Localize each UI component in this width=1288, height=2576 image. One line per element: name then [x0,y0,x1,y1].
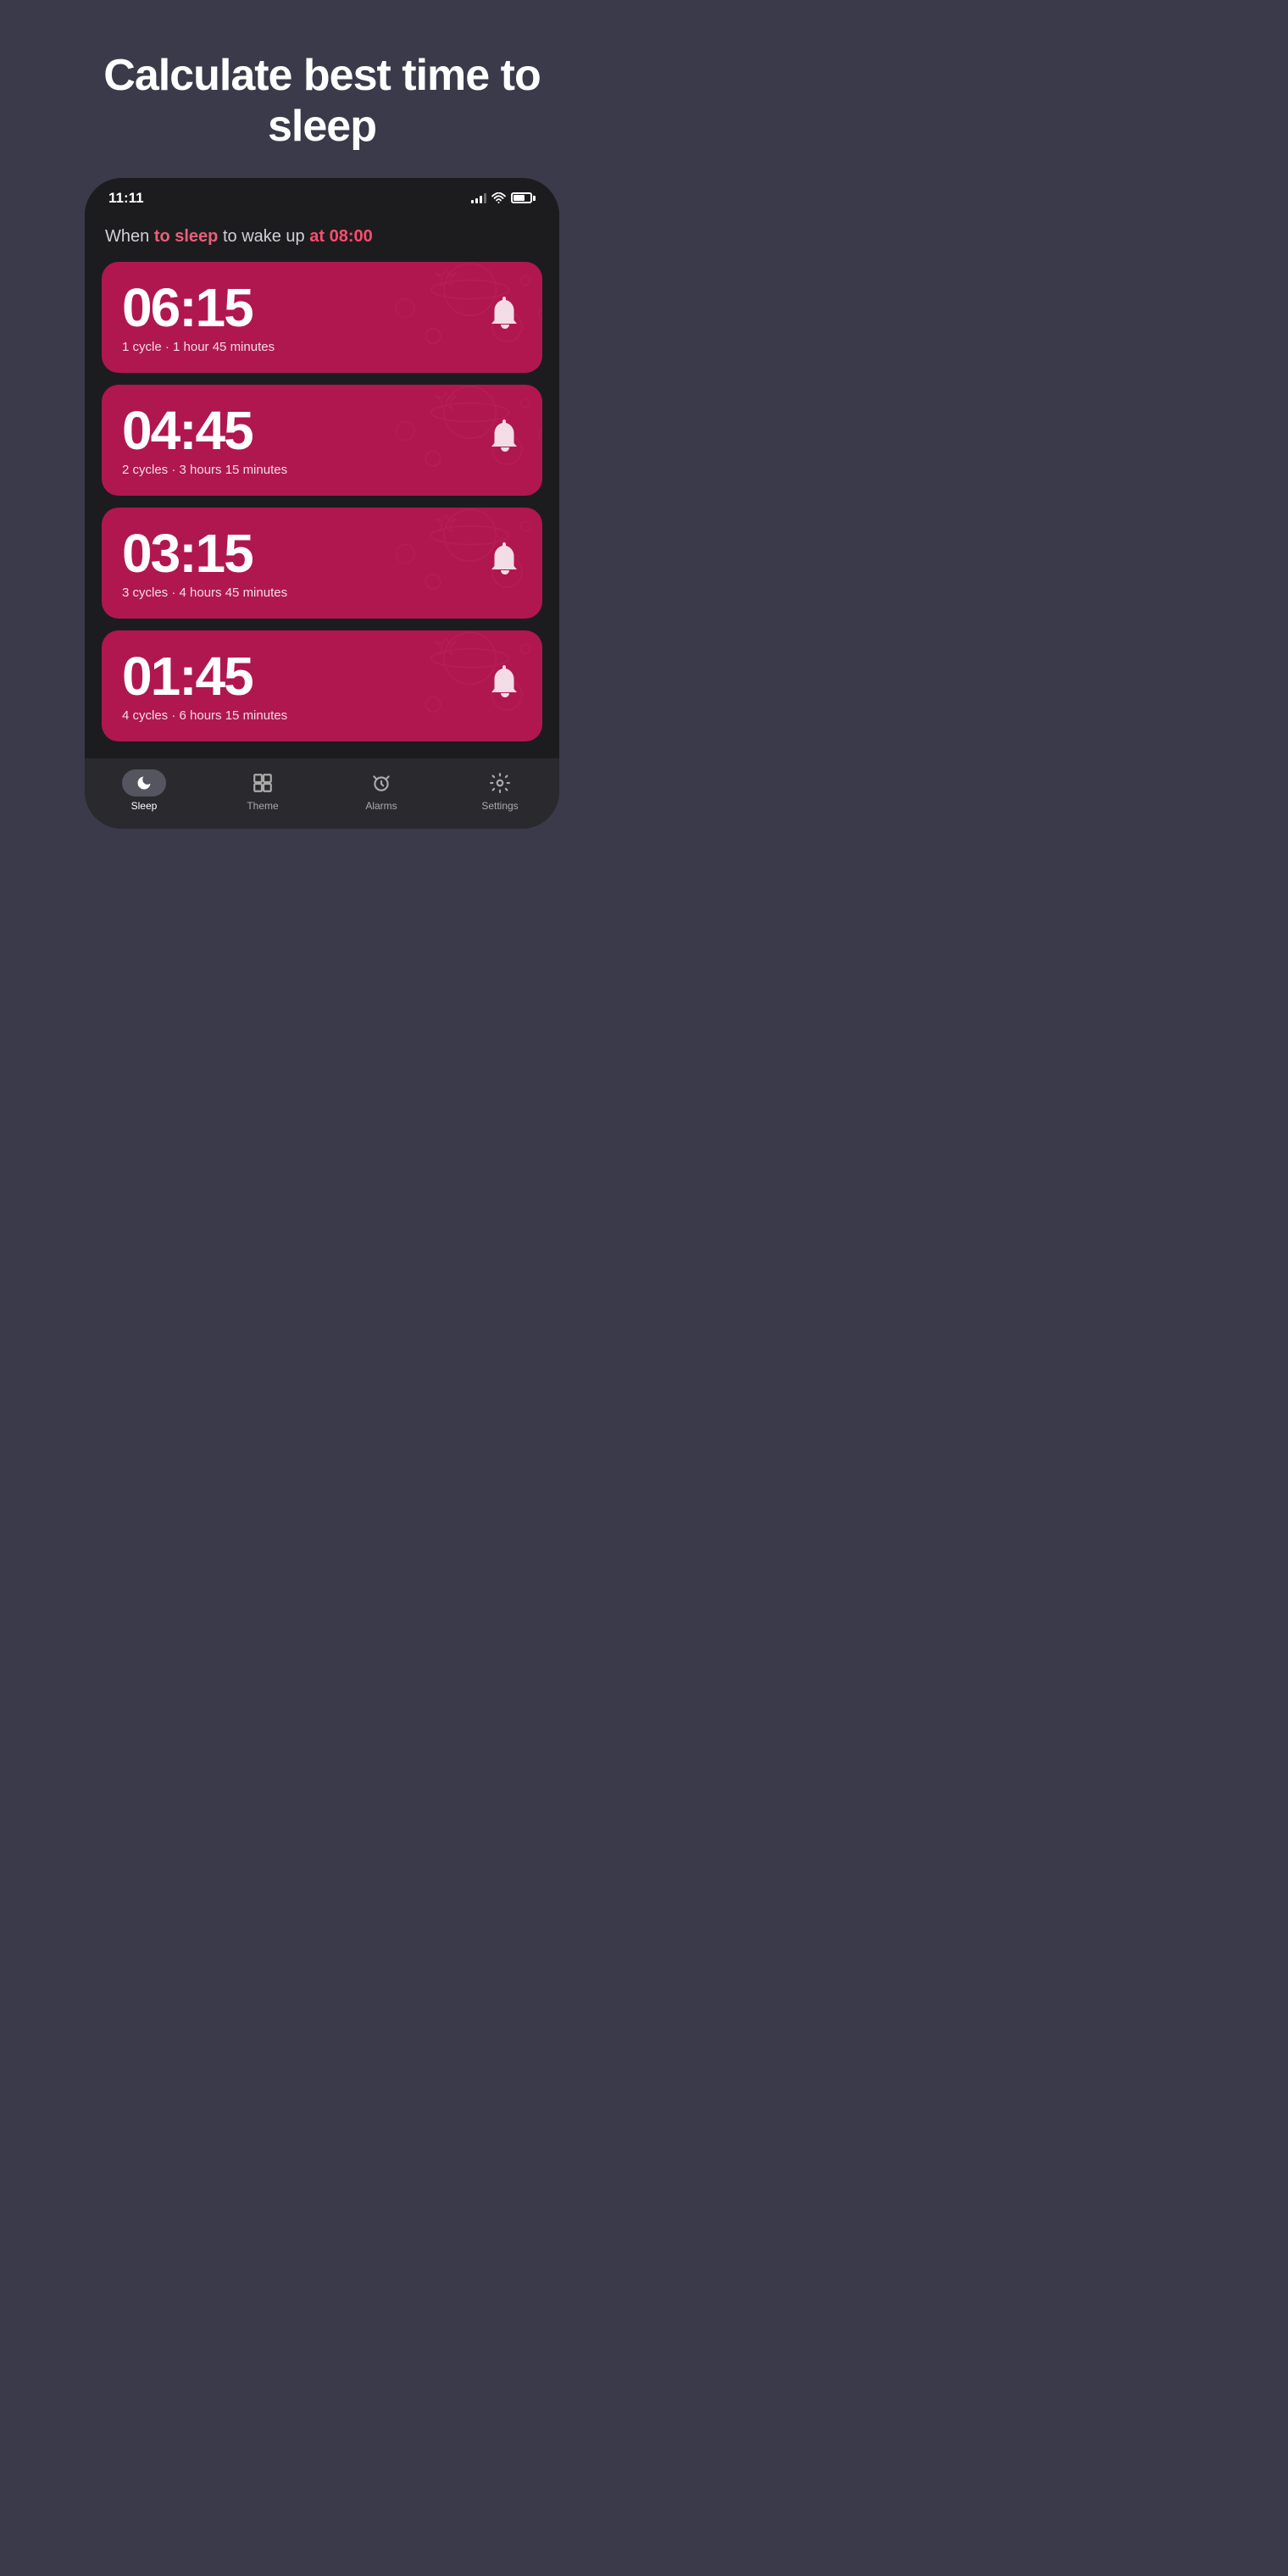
nav-sleep-icon-wrap [124,770,164,796]
sleep-card-4[interactable]: 01:45 4 cycles · 6 hours 15 minutes [102,630,542,741]
sleep-pill [122,769,166,797]
nav-alarms-icon-wrap [361,770,402,796]
card-4-bell [490,665,522,707]
status-icons [471,192,536,203]
nav-item-alarms[interactable]: Alarms [361,770,402,812]
nav-settings-icon-wrap [480,770,520,796]
battery-icon [511,192,536,203]
settings-icon [489,772,511,794]
card-2-time: 04:45 [122,403,287,458]
sleep-card-2[interactable]: 04:45 2 cycles · 3 hours 15 minutes [102,385,542,496]
nav-sleep-label: Sleep [131,800,158,812]
hero-title: Calculate best time to sleep [0,51,644,153]
card-4-desc: 4 cycles · 6 hours 15 minutes [122,708,287,723]
subtitle-highlight2: at 08:00 [309,227,373,246]
theme-icon [252,772,274,794]
card-1-left: 06:15 1 cycle · 1 hour 45 minutes [122,280,275,354]
alarms-icon [370,772,392,794]
nav-theme-label: Theme [247,800,278,812]
subtitle-middle: to wake up [223,227,309,246]
card-2-left: 04:45 2 cycles · 3 hours 15 minutes [122,403,287,477]
card-1-desc: 1 cycle · 1 hour 45 minutes [122,340,275,354]
card-3-left: 03:15 3 cycles · 4 hours 45 minutes [122,526,287,600]
nav-item-settings[interactable]: Settings [480,770,520,812]
card-3-time: 03:15 [122,526,287,580]
signal-icon [471,192,486,203]
card-4-time: 01:45 [122,649,287,703]
card-2-desc: 2 cycles · 3 hours 15 minutes [122,463,287,477]
subtitle-prefix: When [105,227,154,246]
card-1-time: 06:15 [122,280,275,335]
card-2-bell [490,419,522,461]
phone-mockup: 11:11 [85,178,559,829]
sleep-card-3[interactable]: 03:15 3 cycles · 4 hours 45 minutes [102,508,542,619]
nav-item-sleep[interactable]: Sleep [124,770,164,812]
moon-icon [136,774,153,791]
nav-settings-label: Settings [481,800,518,812]
wifi-icon [491,192,506,203]
sleep-cards: 06:15 1 cycle · 1 hour 45 minutes [102,262,542,750]
nav-theme-icon-wrap [242,770,283,796]
phone-content: When to sleep to wake up at 08:00 [85,214,559,750]
sleep-card-1[interactable]: 06:15 1 cycle · 1 hour 45 minutes [102,262,542,373]
status-time: 11:11 [108,190,144,207]
card-3-desc: 3 cycles · 4 hours 45 minutes [122,586,287,600]
nav-item-theme[interactable]: Theme [242,770,283,812]
card-4-left: 01:45 4 cycles · 6 hours 15 minutes [122,649,287,723]
subtitle-text: When to sleep to wake up at 08:00 [102,227,542,247]
status-bar: 11:11 [85,178,559,214]
nav-alarms-label: Alarms [365,800,397,812]
bottom-nav: Sleep Theme [85,758,559,829]
subtitle-highlight1: to sleep [154,227,219,246]
card-1-bell [490,297,522,338]
card-3-bell [490,542,522,584]
